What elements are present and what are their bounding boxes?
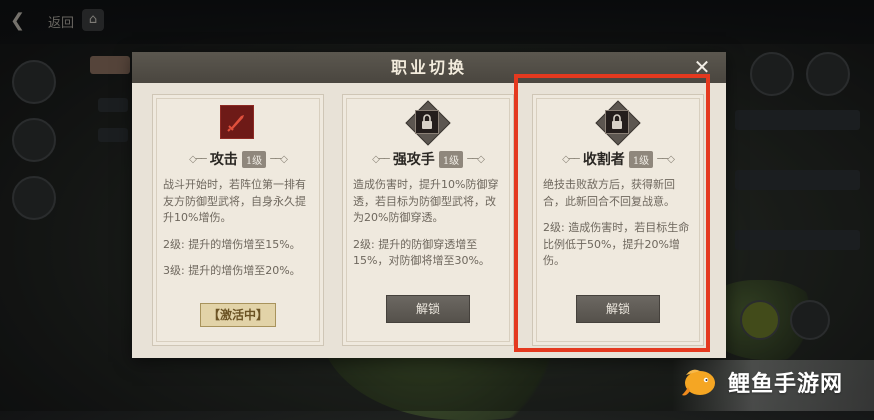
card-name: 强攻手: [392, 152, 435, 168]
card-name-row: ◇── 攻击 1级 ──◇: [153, 149, 323, 169]
attack-sword-icon: [220, 105, 254, 139]
card-name-row: ◇── 强攻手 1级 ──◇: [343, 149, 513, 169]
name-decoration-icon: ◇──: [372, 153, 390, 165]
level-badge: 1级: [241, 150, 267, 168]
carp-logo-icon: [680, 365, 720, 399]
watermark-text: 鲤鱼手游网: [728, 372, 844, 397]
desc-line: 3级: 提升的增伤增至20%。: [163, 264, 301, 277]
desc-line: 战斗开始时，若阵位第一排有友方防御型武将，自身永久提升10%增伤。: [163, 178, 306, 224]
class-card-assault[interactable]: ◇── 强攻手 1级 ──◇ 造成伤害时，提升10%防御穿透，若目标为防御型武将…: [342, 94, 514, 346]
card-description: 战斗开始时，若阵位第一排有友方防御型武将，自身永久提升10%增伤。 2级: 提升…: [163, 177, 315, 290]
watermark: 鲤鱼手游网: [680, 362, 870, 402]
desc-line: 造成伤害时，提升10%防御穿透，若目标为防御型武将，改为20%防御穿透。: [353, 178, 499, 224]
lock-icon: [405, 100, 451, 146]
card-description: 造成伤害时，提升10%防御穿透，若目标为防御型武将，改为20%防御穿透。 2级:…: [353, 177, 505, 280]
name-decoration-icon: ◇──: [189, 153, 207, 165]
desc-line: 2级: 提升的防御穿透增至15%，对防御将增至30%。: [353, 237, 490, 268]
desc-line: 2级: 提升的增伤增至15%。: [163, 237, 301, 251]
dialog-title: 职业切换: [390, 58, 467, 77]
highlight-annotation: [514, 74, 710, 352]
unlock-button[interactable]: 解锁: [386, 295, 470, 323]
name-decoration-icon: ──◇: [467, 153, 485, 165]
level-badge: 1级: [438, 150, 464, 168]
active-status-badge: 【激活中】: [200, 303, 276, 327]
class-card-attack[interactable]: ◇── 攻击 1级 ──◇ 战斗开始时，若阵位第一排有友方防御型武将，自身永久提…: [152, 94, 324, 346]
card-name: 攻击: [209, 152, 238, 168]
name-decoration-icon: ──◇: [270, 153, 288, 165]
